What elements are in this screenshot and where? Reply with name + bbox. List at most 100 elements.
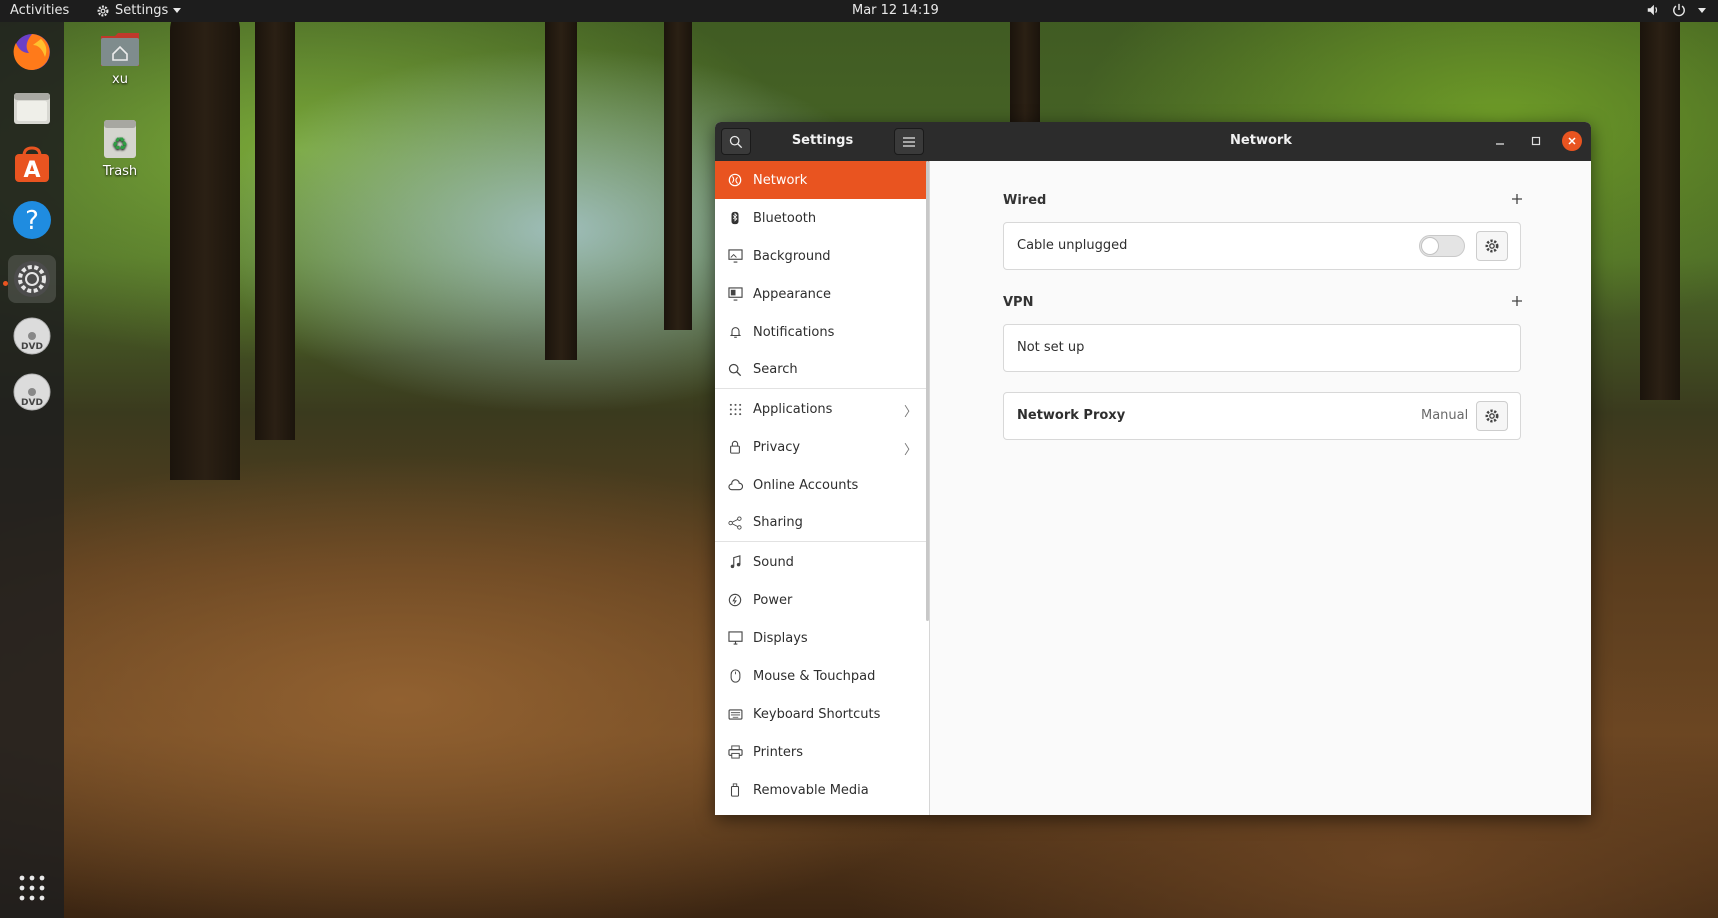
dock-show-apps[interactable]	[8, 864, 56, 912]
bluetooth-icon	[727, 210, 743, 226]
add-vpn-button[interactable]	[1511, 293, 1523, 311]
sidebar-item-background[interactable]: Background	[715, 237, 929, 275]
lock-icon	[727, 439, 743, 455]
close-icon	[1568, 137, 1576, 145]
menu-button[interactable]	[894, 128, 924, 155]
sidebar-scrollbar[interactable]	[926, 161, 929, 621]
wallpaper-tree	[170, 0, 240, 480]
sidebar-item-privacy[interactable]: Privacy 〉	[715, 428, 929, 466]
gear-icon	[1485, 409, 1499, 423]
sidebar-item-online-accounts[interactable]: Online Accounts	[715, 466, 929, 504]
dvd-icon: DVD	[13, 373, 51, 411]
sidebar-item-label: Mouse & Touchpad	[753, 668, 876, 684]
wallpaper-tree	[545, 0, 577, 360]
sidebar-item-keyboard-shortcuts[interactable]: Keyboard Shortcuts	[715, 695, 929, 733]
vpn-section-title: VPN	[1003, 295, 1034, 310]
wired-toggle[interactable]	[1419, 235, 1465, 257]
add-wired-button[interactable]	[1511, 191, 1523, 209]
maximize-icon	[1531, 136, 1541, 146]
sidebar-item-label: Appearance	[753, 286, 832, 302]
display-icon	[727, 630, 743, 646]
files-icon	[14, 93, 50, 124]
bell-icon	[727, 324, 743, 340]
sidebar-item-displays[interactable]: Displays	[715, 619, 929, 657]
sidebar-item-network[interactable]: Network	[715, 161, 929, 199]
toggle-knob	[1421, 237, 1439, 255]
dvd-label: DVD	[21, 342, 43, 352]
sidebar-item-label: Network	[753, 172, 808, 188]
wallpaper-tree	[664, 0, 692, 330]
caret-down-icon	[173, 7, 182, 13]
sidebar-item-printers[interactable]: Printers	[715, 733, 929, 771]
dock-files[interactable]	[8, 84, 56, 132]
sidebar-item-appearance[interactable]: Appearance	[715, 275, 929, 313]
vpn-card: Not set up	[1003, 324, 1521, 372]
sidebar-item-applications[interactable]: Applications 〉	[715, 390, 929, 428]
sidebar-item-label: Privacy	[753, 439, 801, 455]
chevron-right-icon: 〉	[903, 405, 917, 420]
sidebar-item-label: Power	[753, 592, 793, 608]
sidebar-item-label: Bluetooth	[753, 210, 817, 226]
settings-icon	[14, 261, 50, 297]
plus-icon	[1512, 194, 1522, 204]
dock-software[interactable]: A	[8, 140, 56, 188]
appearance-icon	[727, 286, 743, 302]
firefox-icon	[13, 34, 50, 70]
network-proxy-title: Network Proxy	[1017, 408, 1126, 423]
volume-icon	[1647, 4, 1658, 16]
hamburger-icon	[903, 136, 915, 147]
background-icon	[727, 248, 743, 264]
dock-help[interactable]: ?	[8, 196, 56, 244]
wired-settings-button[interactable]	[1476, 231, 1508, 261]
close-button[interactable]	[1562, 131, 1582, 151]
home-folder-icon	[101, 33, 139, 66]
sidebar-item-label: Sharing	[753, 515, 803, 530]
sidebar-item-mouse-touchpad[interactable]: Mouse & Touchpad	[715, 657, 929, 695]
power-icon	[727, 592, 743, 608]
sidebar-item-sound[interactable]: Sound	[715, 543, 929, 581]
trash-icon: ♻	[104, 120, 136, 158]
dock-settings[interactable]	[8, 255, 56, 303]
dvd-label: DVD	[21, 398, 43, 408]
sidebar-item-bluetooth[interactable]: Bluetooth	[715, 199, 929, 237]
sidebar-title: Settings	[791, 133, 854, 148]
sidebar-item-notifications[interactable]: Notifications	[715, 313, 929, 351]
sidebar-item-label: Notifications	[753, 324, 835, 340]
sidebar-item-removable-media[interactable]: Removable Media	[715, 771, 929, 809]
sidebar-item-power[interactable]: Power	[715, 581, 929, 619]
sidebar-item-label: Keyboard Shortcuts	[753, 706, 881, 722]
sidebar-item-sharing[interactable]: Sharing	[715, 504, 929, 542]
system-tray[interactable]	[1646, 3, 1706, 17]
search-button[interactable]	[721, 128, 751, 155]
dock-dvd-1[interactable]: DVD	[8, 312, 56, 360]
maximize-button[interactable]	[1526, 131, 1546, 151]
activities-button[interactable]: Activities	[10, 3, 69, 18]
dock-firefox[interactable]	[8, 28, 56, 76]
app-menu[interactable]: Settings	[96, 3, 182, 18]
help-icon: ?	[13, 201, 51, 239]
desktop-trash[interactable]: ♻ Trash	[85, 118, 155, 179]
chevron-right-icon: 〉	[903, 443, 917, 458]
wired-status: Cable unplugged	[1017, 238, 1128, 253]
svg-text:A: A	[23, 158, 40, 183]
dock-dvd-2[interactable]: DVD	[8, 368, 56, 416]
minimize-button[interactable]	[1490, 131, 1510, 151]
keyboard-icon	[727, 706, 743, 722]
network-proxy-card[interactable]: Network Proxy Manual	[1003, 392, 1521, 440]
apps-grid-icon	[727, 401, 743, 417]
wired-card: Cable unplugged	[1003, 222, 1521, 270]
network-proxy-settings-button[interactable]	[1476, 401, 1508, 431]
caret-down-icon	[1698, 8, 1706, 13]
network-icon	[727, 172, 743, 188]
sidebar-item-search[interactable]: Search	[715, 351, 929, 389]
sidebar-item-label: Online Accounts	[753, 477, 859, 493]
power-icon	[1673, 3, 1685, 17]
search-icon	[729, 135, 743, 148]
cloud-icon	[727, 477, 743, 493]
clock[interactable]: Mar 12 14:19	[852, 3, 939, 18]
gear-icon	[1485, 239, 1499, 253]
desktop-home[interactable]: xu	[85, 30, 155, 87]
sidebar-item-label: Sound	[753, 554, 794, 570]
minimize-icon	[1496, 143, 1504, 145]
music-note-icon	[727, 554, 743, 570]
